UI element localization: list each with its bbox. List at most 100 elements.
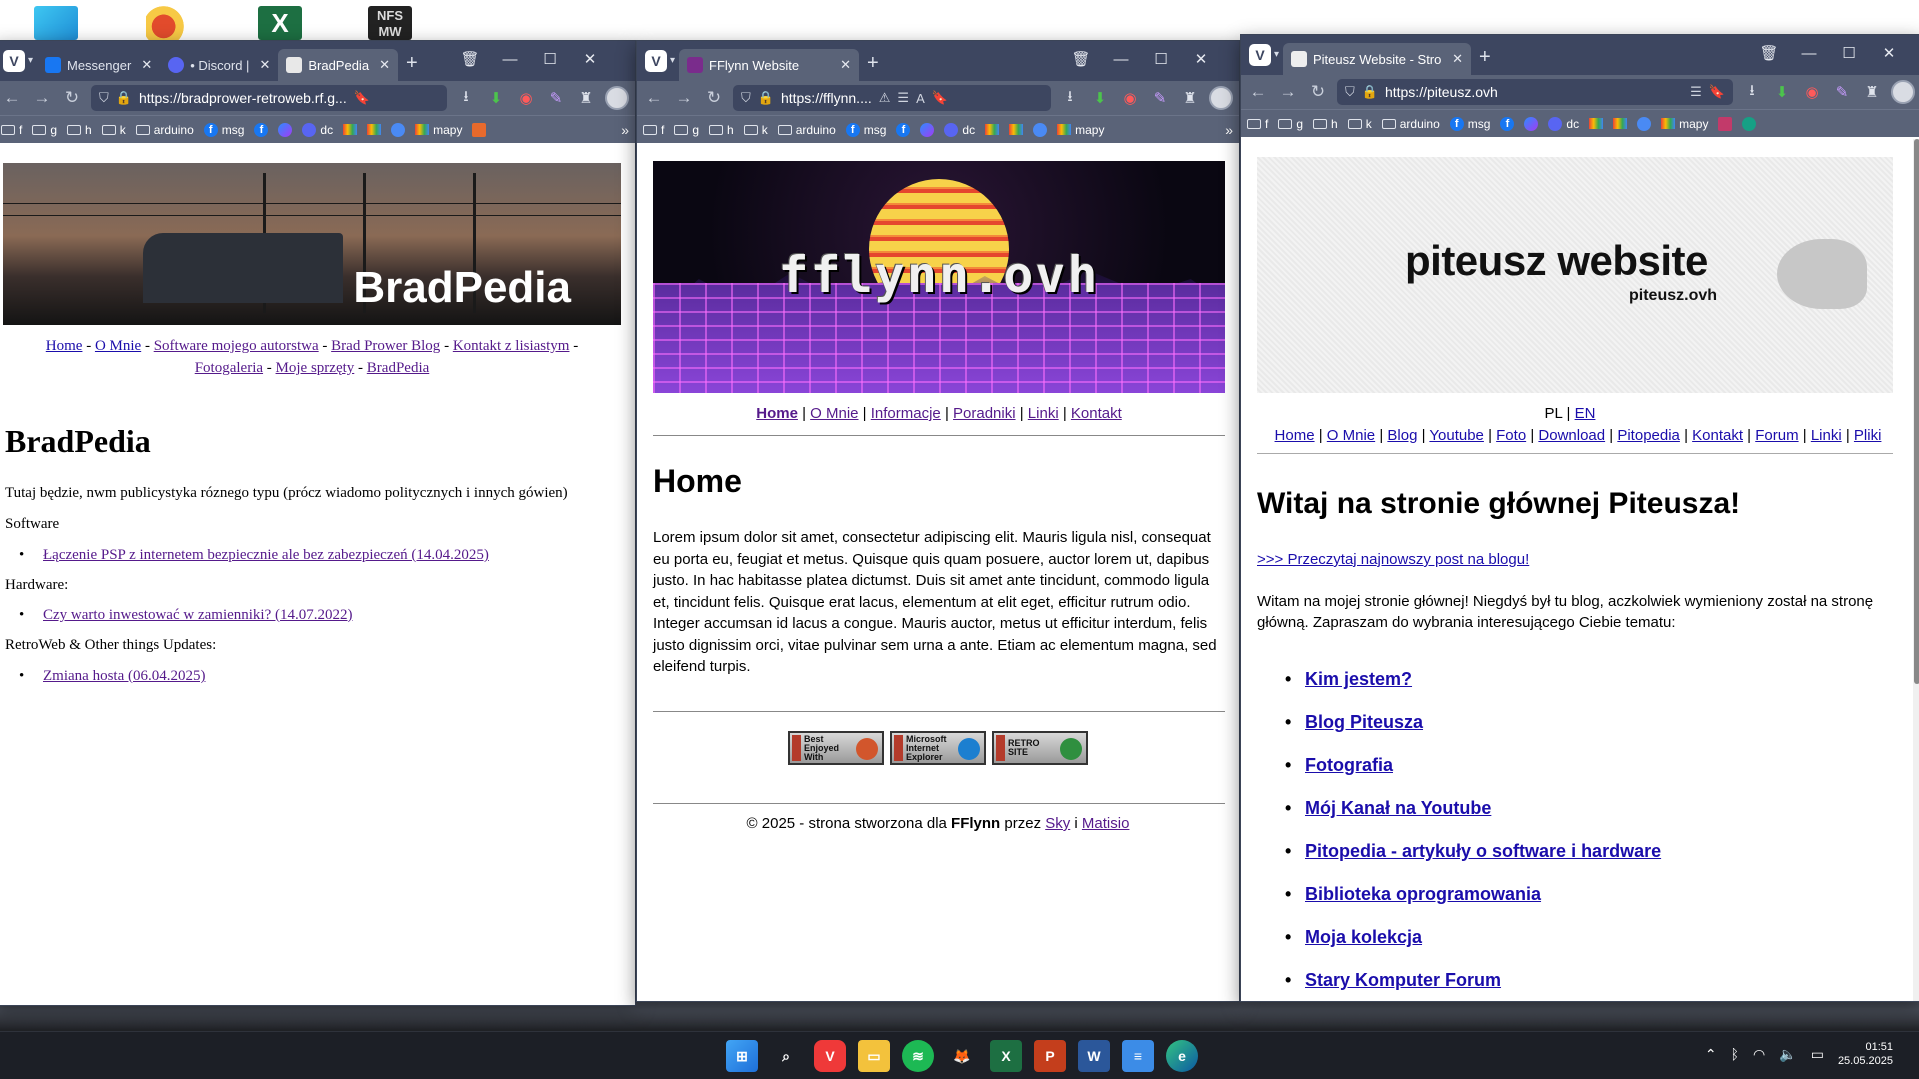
tab-messenger[interactable]: Messenger ✕ [37, 49, 160, 81]
close-window-icon[interactable]: ✕ [570, 49, 610, 71]
bookmark-dc[interactable]: dc [1548, 116, 1579, 131]
chevron-down-icon[interactable]: ▾ [1274, 49, 1279, 60]
reload-icon[interactable]: ↻ [61, 88, 83, 108]
topic-link[interactable]: Blog Piteusza [1305, 712, 1423, 732]
bookmark-extra-2[interactable] [1742, 116, 1757, 131]
lang-en[interactable]: EN [1575, 405, 1596, 422]
bookmark-icon[interactable]: 🔖 [1709, 84, 1725, 100]
bluetooth-icon[interactable]: ᛒ [1731, 1046, 1739, 1062]
bookmark-msg[interactable]: f msg [203, 122, 244, 137]
footer-link-matisio[interactable]: Matisio [1082, 815, 1130, 832]
close-tab-icon[interactable]: ✕ [1452, 51, 1463, 67]
nav-sprzety[interactable]: Moje sprzęty [276, 360, 355, 376]
bookmark-folder-h[interactable]: h [67, 123, 92, 137]
search-icon[interactable]: ⌕ [770, 1040, 802, 1072]
back-icon[interactable]: ← [1, 88, 23, 108]
bookmark-extra-1[interactable] [1718, 116, 1733, 131]
topic-link[interactable]: Biblioteka oprogramowania [1305, 884, 1541, 904]
nav-forum[interactable]: Forum [1755, 427, 1798, 444]
edge-icon[interactable]: e [1166, 1040, 1198, 1072]
vivaldi-icon[interactable]: V [814, 1040, 846, 1072]
bookmark-dc[interactable]: dc [944, 122, 975, 137]
shield-icon[interactable]: ⛉ [741, 90, 751, 106]
maximize-icon[interactable]: ☐ [1141, 49, 1181, 71]
bookmark-folder-k[interactable]: k [743, 123, 768, 137]
nav-software[interactable]: Software mojego autorstwa [154, 338, 319, 354]
download-icon[interactable]: ⭳ [1741, 80, 1763, 105]
monitor-icon[interactable] [34, 6, 78, 40]
bookmark-folder-g[interactable]: g [1278, 117, 1303, 131]
bookmark-messenger[interactable] [278, 122, 293, 137]
topic-link[interactable]: Stary Komputer Forum [1305, 970, 1501, 990]
url-field[interactable]: ⛉ 🔒 https://piteusz.ovh ☰ 🔖 [1337, 79, 1733, 105]
excel-icon[interactable]: X [990, 1040, 1022, 1072]
excel-desktop-icon[interactable]: X [258, 6, 302, 40]
url-field[interactable]: ⛉ 🔒 https://bradprower-retroweb.rf.g... … [91, 85, 447, 111]
extension-download-icon[interactable]: ⬇ [1771, 83, 1793, 101]
trash-icon[interactable]: 🗑 [1061, 49, 1101, 71]
new-tab-icon[interactable]: + [1479, 41, 1491, 75]
nav-home[interactable]: Home [756, 405, 798, 422]
bookmark-mapy[interactable]: mapy [415, 123, 462, 137]
nav-blog[interactable]: Blog [1387, 427, 1417, 444]
nav-blog[interactable]: Brad Prower Blog [331, 338, 440, 354]
internet-explorer-badge[interactable]: Microsoft Internet Explorer [890, 731, 986, 765]
nav-foto[interactable]: Foto [1496, 427, 1526, 444]
bookmark-messenger[interactable] [1524, 116, 1539, 131]
nav-o-mnie[interactable]: O Mnie [810, 405, 858, 422]
extension-red-icon[interactable]: ◉ [1119, 89, 1141, 107]
back-icon[interactable]: ← [643, 88, 665, 108]
article-link[interactable]: Łączenie PSP z internetem bezpiecznie al… [43, 547, 489, 563]
volume-icon[interactable]: 🔈 [1779, 1046, 1796, 1063]
clock[interactable]: 01:51 25.05.2025 [1838, 1040, 1893, 1068]
forward-icon[interactable]: → [31, 88, 53, 108]
bookmark-facebook[interactable]: f [1500, 116, 1515, 131]
close-tab-icon[interactable]: ✕ [141, 57, 152, 73]
topic-link[interactable]: Fotografia [1305, 755, 1393, 775]
bookmark-folder-f[interactable]: f [1247, 117, 1268, 131]
battery-icon[interactable]: ▭ [1811, 1046, 1824, 1063]
scrollbar-thumb[interactable] [1914, 139, 1919, 684]
nav-linki[interactable]: Linki [1811, 427, 1842, 444]
extensions-icon[interactable]: ♜ [1179, 89, 1201, 107]
extension-feather-icon[interactable]: ✎ [1831, 83, 1853, 101]
nav-home[interactable]: Home [46, 338, 83, 354]
download-icon[interactable]: ⭳ [1059, 86, 1081, 111]
avatar[interactable] [1209, 86, 1233, 110]
bookmark-icon[interactable]: 🔖 [932, 90, 948, 106]
extension-download-icon[interactable]: ⬇ [1089, 89, 1111, 107]
extension-download-icon[interactable]: ⬇ [485, 89, 507, 107]
new-tab-icon[interactable]: + [867, 47, 879, 81]
bookmark-orange[interactable] [472, 122, 487, 137]
bookmark-facebook[interactable]: f [896, 122, 911, 137]
wifi-icon[interactable]: ◠ [1753, 1046, 1765, 1063]
bookmark-folder-f[interactable]: f [1, 123, 22, 137]
avatar[interactable] [605, 86, 629, 110]
minimize-icon[interactable]: — [1101, 49, 1141, 71]
bookmark-translate[interactable] [1033, 122, 1048, 137]
word-icon[interactable]: W [1078, 1040, 1110, 1072]
tab-discord[interactable]: • Discord | ✕ [160, 49, 278, 81]
lock-icon[interactable]: 🔒 [1362, 84, 1378, 100]
forward-icon[interactable]: → [1277, 82, 1299, 102]
topic-link[interactable]: Mój Kanał na Youtube [1305, 798, 1491, 818]
bookmark-folder-arduino[interactable]: arduino [777, 123, 836, 137]
vertical-scrollbar[interactable] [1913, 139, 1919, 1001]
tab-bradpedia[interactable]: BradPedia ✕ [278, 49, 398, 81]
new-tab-icon[interactable]: + [406, 47, 418, 81]
nav-home[interactable]: Home [1275, 427, 1315, 444]
close-window-icon[interactable]: ✕ [1181, 49, 1221, 71]
back-icon[interactable]: ← [1247, 82, 1269, 102]
shield-icon[interactable]: ⛉ [99, 90, 109, 106]
nav-kontakt[interactable]: Kontakt [1071, 405, 1122, 422]
bookmark-drive[interactable] [1009, 124, 1024, 135]
lock-icon[interactable]: 🔒 [758, 90, 774, 106]
bookmark-translate[interactable] [1637, 116, 1652, 131]
close-tab-icon[interactable]: ✕ [840, 57, 851, 73]
trash-icon[interactable]: 🗑 [450, 49, 490, 71]
footer-link-sky[interactable]: Sky [1045, 815, 1070, 832]
best-enjoyed-badge[interactable]: Best Enjoyed With [788, 731, 884, 765]
topic-link[interactable]: Pitopedia - artykuły o software i hardwa… [1305, 841, 1661, 861]
powerpoint-icon[interactable]: P [1034, 1040, 1066, 1072]
tab-fflynn[interactable]: FFlynn Website ✕ [679, 49, 859, 81]
